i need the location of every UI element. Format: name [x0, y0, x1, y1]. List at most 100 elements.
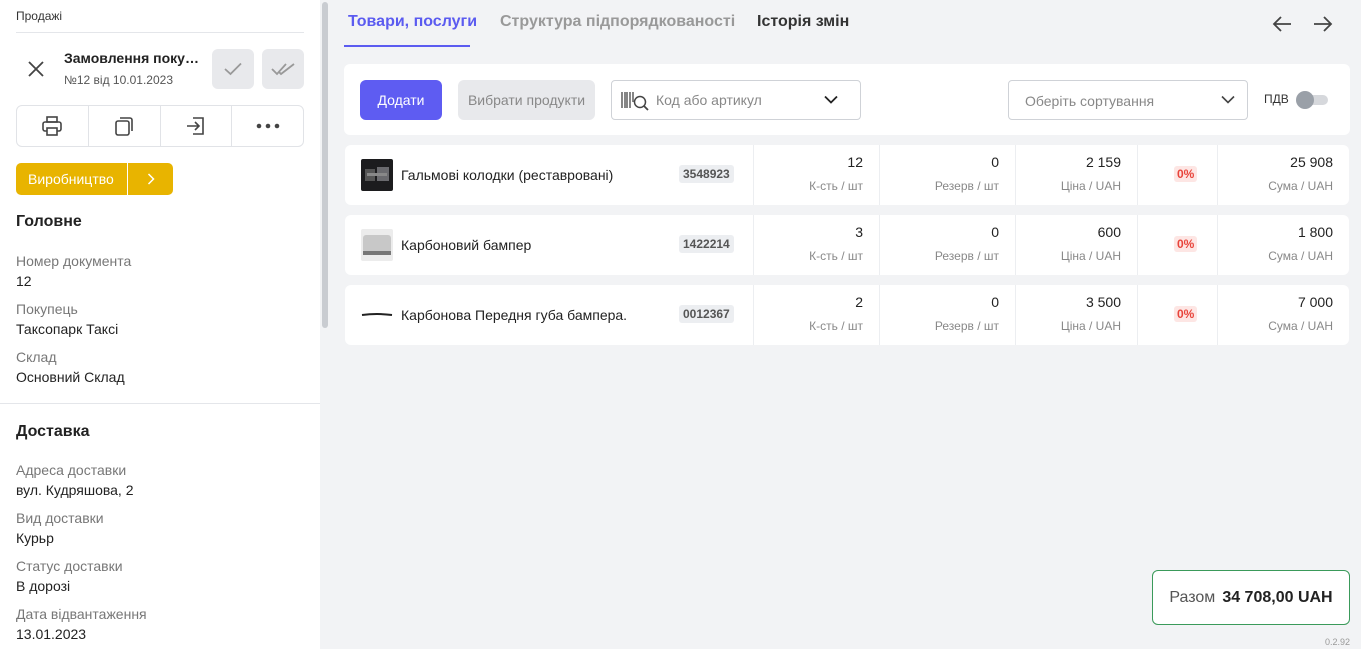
divider [879, 285, 880, 345]
search-input[interactable] [656, 90, 816, 110]
sum-value: 25 908 [1290, 154, 1333, 170]
price-value[interactable]: 3 500 [1021, 294, 1121, 310]
divider [0, 403, 320, 404]
table-row[interactable]: Гальмові колодки (реставровані) 3548923 … [345, 145, 1349, 205]
divider [1217, 145, 1218, 205]
product-code: 3548923 [679, 165, 734, 183]
total-box: Разом 34 708,00 UAH [1152, 570, 1350, 625]
qty-value[interactable]: 2 [759, 294, 863, 310]
sum-value: 7 000 [1297, 294, 1333, 310]
reserve-value: 0 [991, 154, 999, 170]
version-label: 0.2.92 [1325, 637, 1351, 647]
section-delivery-title: Доставка [16, 423, 90, 440]
product-code: 1422214 [679, 235, 734, 253]
arrow-left-icon [1272, 16, 1291, 32]
tab-structure[interactable]: Структура підпорядкованості [500, 13, 735, 31]
field-value: 12 [16, 273, 32, 289]
add-button[interactable]: Додати [360, 80, 442, 120]
qty-unit: К-сть / шт [809, 179, 863, 193]
price-unit: Ціна / UAH [1060, 249, 1121, 263]
divider [1137, 285, 1138, 345]
confirm-all-button[interactable] [262, 49, 304, 89]
back-button[interactable] [1270, 12, 1294, 36]
divider [1217, 215, 1218, 275]
product-thumbnail [361, 229, 393, 261]
more-button[interactable] [232, 106, 303, 146]
divider [753, 145, 754, 205]
qty-value[interactable]: 12 [759, 154, 863, 170]
product-thumbnail [361, 159, 393, 191]
print-button[interactable] [17, 106, 89, 146]
reserve-value: 0 [991, 224, 999, 240]
select-products-button[interactable]: Вибрати продукти [458, 80, 595, 120]
arrow-right-icon [1314, 16, 1333, 32]
double-check-icon [271, 63, 295, 76]
copy-icon [115, 117, 133, 136]
sum-value: 1 800 [1297, 224, 1333, 240]
sum-unit: Сума / UAH [1268, 319, 1333, 333]
scrollbar-thumb[interactable] [322, 2, 328, 328]
discount-badge[interactable]: 0% [1174, 236, 1198, 252]
sum-unit: Сума / UAH [1268, 179, 1333, 193]
qty-unit: К-сть / шт [809, 319, 863, 333]
discount-badge[interactable]: 0% [1174, 166, 1198, 182]
tab-products[interactable]: Товари, послуги [348, 13, 477, 31]
breadcrumb[interactable]: Продажі [16, 9, 62, 23]
field-label: Дата відвантаження [16, 606, 147, 622]
field-label: Статус доставки [16, 558, 123, 574]
reserve-unit: Резерв / шт [934, 249, 999, 263]
chevron-down-icon [1221, 95, 1235, 104]
chevron-down-icon [824, 95, 838, 104]
close-icon [28, 61, 44, 77]
sidebar: Продажі Замовлення покуп... №12 від 10.0… [0, 0, 320, 649]
reserve-unit: Резерв / шт [934, 179, 999, 193]
tab-history[interactable]: Історія змін [757, 13, 849, 31]
confirm-button[interactable] [212, 49, 254, 89]
price-value[interactable]: 2 159 [1021, 154, 1121, 170]
forward-button[interactable] [1311, 12, 1335, 36]
product-name[interactable]: Карбоновий бампер [401, 237, 531, 253]
copy-button[interactable] [89, 106, 161, 146]
status-next-button[interactable] [128, 163, 173, 195]
price-value[interactable]: 600 [1021, 224, 1121, 240]
export-icon [186, 117, 204, 135]
product-name[interactable]: Гальмові колодки (реставровані) [401, 167, 613, 183]
total-label: Разом [1169, 588, 1216, 606]
toolbar: Додати Вибрати продукти Оберіть сортуван… [344, 64, 1350, 135]
close-button[interactable] [24, 57, 48, 81]
field-label: Номер документа [16, 253, 132, 269]
vat-toggle[interactable] [1296, 91, 1329, 109]
field-value: Курьр [16, 530, 54, 546]
divider [753, 285, 754, 345]
sort-select[interactable]: Оберіть сортування [1008, 80, 1248, 120]
check-icon [224, 62, 242, 76]
field-value: Таксопарк Таксі [16, 321, 119, 337]
divider [879, 145, 880, 205]
divider [753, 215, 754, 275]
table-row[interactable]: Карбонова Передня губа бампера. 0012367 … [345, 285, 1349, 345]
divider [1015, 285, 1016, 345]
field-label: Адреса доставки [16, 462, 127, 478]
status-label[interactable]: Виробництво [16, 163, 127, 195]
divider [1015, 145, 1016, 205]
vat-label: ПДВ [1264, 92, 1289, 106]
field-value: Основний Склад [16, 369, 125, 385]
price-unit: Ціна / UAH [1060, 179, 1121, 193]
document-subtitle: №12 від 10.01.2023 [64, 73, 173, 87]
product-thumbnail [361, 299, 393, 331]
qty-value[interactable]: 3 [759, 224, 863, 240]
field-label: Вид доставки [16, 510, 104, 526]
product-name[interactable]: Карбонова Передня губа бампера. [401, 307, 627, 323]
total-value: 34 708,00 UAH [1222, 588, 1333, 606]
divider [1137, 215, 1138, 275]
status-button[interactable]: Виробництво [16, 163, 173, 195]
export-button[interactable] [161, 106, 233, 146]
divider [1137, 145, 1138, 205]
table-row[interactable]: Карбоновий бампер 1422214 3 К-сть / шт 0… [345, 215, 1349, 275]
field-value: В дорозі [16, 578, 71, 594]
search-field[interactable] [611, 80, 861, 120]
reserve-value: 0 [991, 294, 999, 310]
price-unit: Ціна / UAH [1060, 319, 1121, 333]
toggle-knob [1296, 91, 1314, 109]
discount-badge[interactable]: 0% [1174, 306, 1198, 322]
